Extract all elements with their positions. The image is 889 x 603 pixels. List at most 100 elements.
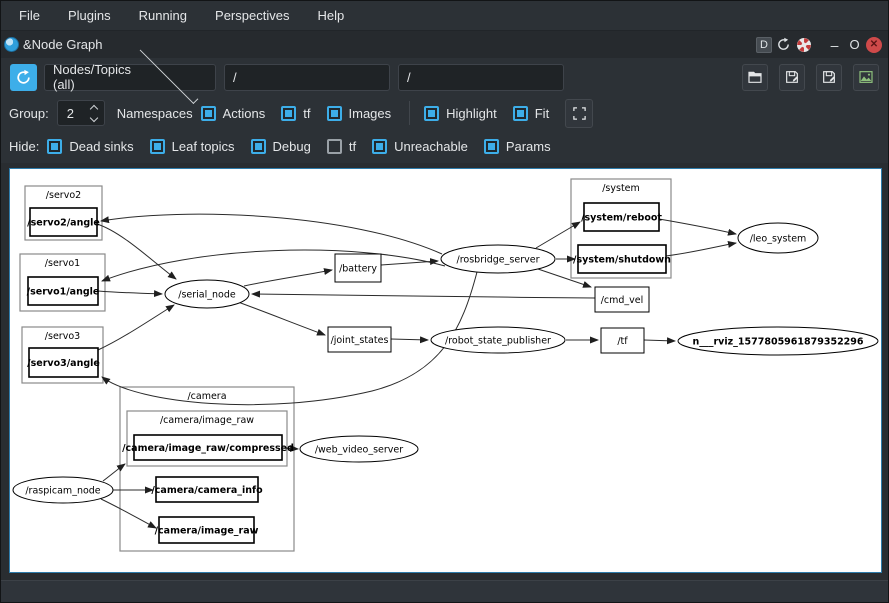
checkbox-icon[interactable] <box>47 139 62 154</box>
checkbox-label: tf <box>303 106 310 121</box>
menu-running[interactable]: Running <box>125 2 201 30</box>
checkbox-icon[interactable] <box>150 139 165 154</box>
graph-rosbridge-server-node[interactable]: /rosbridge_server <box>441 245 555 273</box>
checkbox-label: Highlight <box>446 106 497 121</box>
graph-tf-topic[interactable]: /tf <box>601 328 644 353</box>
graph-n-rviz-1577805961879352296-node[interactable]: n___rviz_1577805961879352296 <box>678 327 878 355</box>
checkbox-icon[interactable] <box>424 106 439 121</box>
checkbox-icon[interactable] <box>327 139 342 154</box>
svg-text:/leo_system: /leo_system <box>750 234 807 245</box>
image-icon <box>858 69 874 85</box>
save-image-button[interactable] <box>853 64 879 91</box>
svg-text:/system: /system <box>602 183 640 194</box>
checkbox-icon[interactable] <box>251 139 266 154</box>
checkbox-label: Actions <box>223 106 266 121</box>
help-button[interactable] <box>795 36 812 53</box>
graph-web-video-server-node[interactable]: /web_video_server <box>300 436 418 462</box>
graph-serial-node-node[interactable]: /serial_node <box>165 280 249 308</box>
node-graph-icon <box>4 37 19 52</box>
node-graph[interactable]: /servo2/servo1/servo3/system/camera/came… <box>10 169 881 572</box>
spinner-arrows-icon[interactable] <box>91 106 104 121</box>
svg-text:/joint_states: /joint_states <box>331 335 389 346</box>
graph-battery-topic[interactable]: /battery <box>335 254 381 282</box>
edge-graph-servo3-angle-to-graph-serial-node <box>98 305 174 350</box>
graph-servo2-angle-topic[interactable]: /servo2/angle <box>27 208 100 236</box>
edge-graph-servo1-angle-to-graph-serial-node <box>98 291 162 294</box>
svg-text:/camera/image_raw/compressed: /camera/image_raw/compressed <box>122 443 294 454</box>
graph-system-reboot-topic[interactable]: /system/reboot <box>581 203 662 231</box>
graph-camera-camera-info-topic[interactable]: /camera/camera_info <box>151 477 263 502</box>
save-dot-button[interactable] <box>779 64 805 91</box>
load-dot-button[interactable] <box>742 64 768 91</box>
graph-cmd-vel-topic[interactable]: /cmd_vel <box>595 287 649 312</box>
graph-system-shutdown-topic[interactable]: /system/shutdown <box>573 245 671 273</box>
svg-text:/servo1/angle: /servo1/angle <box>27 287 100 298</box>
filter-input-right[interactable] <box>398 64 564 91</box>
graph-joint-states-topic[interactable]: /joint_states <box>328 327 391 352</box>
checkbox-label: Fit <box>535 106 549 121</box>
checkbox-icon[interactable] <box>484 139 499 154</box>
checkbox-tf-group[interactable]: tf <box>281 106 310 121</box>
group-depth-spinner[interactable]: 2 <box>57 100 105 126</box>
svg-text:/camera/image_raw: /camera/image_raw <box>160 415 254 426</box>
checkbox-icon[interactable] <box>327 106 342 121</box>
checkbox-icon[interactable] <box>281 106 296 121</box>
graph-servo1-angle-topic[interactable]: /servo1/angle <box>27 277 100 305</box>
graph-camera-image-raw-compressed-topic[interactable]: /camera/image_raw/compressed <box>122 435 294 460</box>
checkbox-unreachable[interactable]: Unreachable <box>372 139 468 154</box>
checkbox-params[interactable]: Params <box>484 139 551 154</box>
svg-text:/servo2: /servo2 <box>46 190 81 201</box>
checkbox-leaf-topics[interactable]: Leaf topics <box>150 139 235 154</box>
dock-button[interactable]: D <box>756 37 772 53</box>
graph-type-select[interactable]: Nodes/Topics (all) <box>44 64 216 91</box>
graph-camera-image-raw-topic[interactable]: /camera/image_raw <box>155 517 259 543</box>
refresh-graph-button[interactable] <box>10 64 37 91</box>
edge-graph-joint-states-to-graph-robot-state-publisher <box>391 339 428 340</box>
graph-toolbar: Nodes/Topics (all) <box>1 58 888 96</box>
checkbox-label: tf <box>349 139 356 154</box>
group-label: Group: <box>9 106 49 121</box>
graph-type-value: Nodes/Topics (all) <box>53 62 131 92</box>
svg-text:/tf: /tf <box>617 336 628 347</box>
checkbox-label: Unreachable <box>394 139 468 154</box>
menu-plugins[interactable]: Plugins <box>54 2 125 30</box>
menu-help[interactable]: Help <box>303 2 358 30</box>
graph-robot-state-publisher-node[interactable]: /robot_state_publisher <box>431 327 565 353</box>
checkbox-label: Dead sinks <box>69 139 133 154</box>
menu-perspectives[interactable]: Perspectives <box>201 2 303 30</box>
svg-text:/robot_state_publisher: /robot_state_publisher <box>445 336 551 347</box>
svg-text:/servo1: /servo1 <box>45 258 80 269</box>
checkbox-actions[interactable]: Actions <box>201 106 266 121</box>
checkbox-highlight[interactable]: Highlight <box>424 106 497 121</box>
save-svg-button[interactable] <box>816 64 842 91</box>
checkbox-dead-sinks[interactable]: Dead sinks <box>47 139 133 154</box>
svg-text:/rosbridge_server: /rosbridge_server <box>457 255 540 266</box>
graph-canvas[interactable]: /servo2/servo1/servo3/system/camera/came… <box>9 168 882 573</box>
graph-servo3-angle-topic[interactable]: /servo3/angle <box>27 348 100 377</box>
edge-graph-rosbridge-server-to-graph-system-reboot <box>536 222 580 248</box>
filter-input-left[interactable] <box>224 64 390 91</box>
checkbox-debug[interactable]: Debug <box>251 139 311 154</box>
float-window-button[interactable] <box>775 36 792 53</box>
graph-leo-system-node[interactable]: /leo_system <box>738 223 818 253</box>
checkbox-icon[interactable] <box>513 106 528 121</box>
checkbox-label: Leaf topics <box>172 139 235 154</box>
separator <box>409 101 410 125</box>
status-bar <box>1 580 888 602</box>
minimize-button[interactable]: – <box>826 36 843 53</box>
checkbox-icon[interactable] <box>372 139 387 154</box>
edge-graph-rosbridge-server-to-graph-servo3-angle <box>102 272 477 405</box>
save-as-icon <box>821 69 837 85</box>
checkbox-fit[interactable]: Fit <box>513 106 549 121</box>
rqt-window: { "window": { "menu": ["File", "Plugins"… <box>0 0 889 603</box>
checkbox-images[interactable]: Images <box>327 106 392 121</box>
maximize-button[interactable]: O <box>846 36 863 53</box>
options-row: Group: 2 Namespaces Actions tf Images Hi… <box>1 96 888 130</box>
checkbox-tf-hide[interactable]: tf <box>327 139 356 154</box>
graph-raspicam-node-node[interactable]: /raspicam_node <box>13 477 113 503</box>
svg-text:/battery: /battery <box>339 264 377 275</box>
fit-to-view-button[interactable] <box>565 99 593 128</box>
checkbox-icon[interactable] <box>201 106 216 121</box>
close-button[interactable]: ✕ <box>866 37 882 53</box>
menu-file[interactable]: File <box>5 2 54 30</box>
